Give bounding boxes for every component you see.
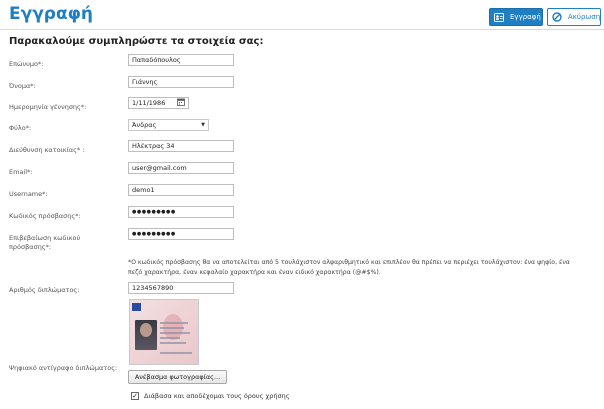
username-input[interactable]: demo1 xyxy=(128,184,234,196)
password-requirements-note: *Ο κωδικός πρόσβασης θα να αποτελείται α… xyxy=(128,258,598,278)
surname-input[interactable]: Παπαδόπουλος xyxy=(128,54,234,66)
firstname-label: Όνομα*: xyxy=(9,82,36,90)
terms-row[interactable]: ✓ Διάβασα και αποδέχομαι τους όρους χρήσ… xyxy=(131,392,290,400)
birthdate-label: Ημερομηνία γέννησης*: xyxy=(9,103,87,111)
password-label: Κωδικός πρόσβασης*: xyxy=(9,212,81,220)
license-copy-label: Ψηφιακό αντίγραφο διπλώματος: xyxy=(9,364,118,372)
chevron-down-icon: ▼ xyxy=(201,122,205,128)
address-input[interactable]: Ηλέκτρας 34 xyxy=(128,140,234,152)
form-subtitle: Παρακαλούμε συμπληρώστε τα στοιχεία σας: xyxy=(9,36,264,47)
upload-photo-button[interactable]: Ανέβασμα φωτογραφίας... xyxy=(128,370,227,384)
firstname-input[interactable]: Γιάννης xyxy=(128,76,234,88)
cancel-button[interactable]: Ακύρωση xyxy=(547,8,601,26)
register-button-label: Εγγραφή xyxy=(510,13,541,21)
license-image-preview xyxy=(129,299,199,365)
calendar-icon[interactable] xyxy=(177,98,185,108)
gender-label: Φύλο*: xyxy=(9,124,32,132)
birthdate-value: 1/11/1986 xyxy=(132,99,166,107)
password-confirm-label: Επιβεβαίωση κωδικού πρόσβασης*: xyxy=(9,234,81,251)
page-title: Εγγραφή xyxy=(9,4,94,24)
register-button[interactable]: Εγγραφή xyxy=(489,8,543,26)
password-note-line-1: *Ο κωδικός πρόσβασης θα να αποτελείται α… xyxy=(128,259,570,266)
surname-label: Επώνυμο*: xyxy=(9,60,44,68)
cancel-circle-icon xyxy=(552,12,562,22)
user-card-icon xyxy=(494,12,504,22)
cancel-button-label: Ακύρωση xyxy=(568,13,601,21)
header-divider xyxy=(0,29,604,30)
password-note-line-2: πεζό χαρακτήρα, έναν κεφαλαίο χαρακτήρα … xyxy=(128,269,381,276)
email-label: Email*: xyxy=(9,168,33,176)
terms-label: Διάβασα και αποδέχομαι τους όρους χρήσης xyxy=(144,392,290,400)
terms-checkbox[interactable]: ✓ xyxy=(131,392,139,400)
license-number-label: Αριθμός διπλώματος: xyxy=(9,286,80,294)
email-input[interactable]: user@gmail.com xyxy=(128,162,234,174)
license-number-input[interactable]: 1234567890 xyxy=(128,282,234,294)
gender-value: Άνδρας xyxy=(132,121,157,129)
password-input[interactable]: ●●●●●●●●● xyxy=(128,206,234,218)
password-confirm-input[interactable]: ●●●●●●●●● xyxy=(128,228,234,240)
gender-select[interactable]: Άνδρας ▼ xyxy=(128,119,209,131)
username-label: Username*: xyxy=(9,190,48,198)
eu-flag-icon xyxy=(132,303,141,311)
birthdate-input[interactable]: 1/11/1986 xyxy=(128,97,189,109)
address-label: Διεύθυνση κατοικίας* : xyxy=(9,146,85,154)
